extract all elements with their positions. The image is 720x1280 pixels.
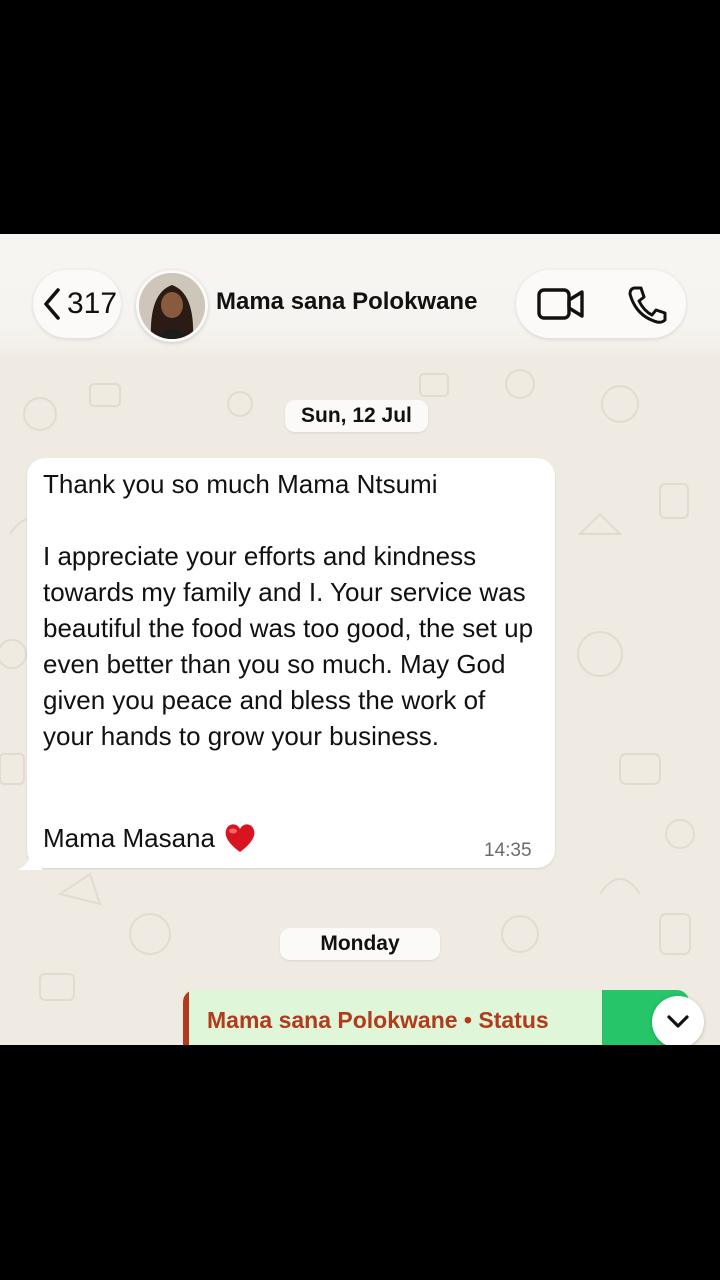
incoming-message-bubble[interactable]: Thank you so much Mama Ntsumi I apprecia… [27,458,555,868]
avatar-image [139,273,205,339]
chat-header: 317 Mama sana Polokwane [0,234,720,364]
signoff-text: Mama Masana [43,822,215,853]
scroll-to-bottom-button[interactable] [652,996,704,1045]
status-reply-preview[interactable]: Mama sana Polokwane • Status [183,990,689,1045]
reply-accent-bar [183,990,189,1045]
heart-emoji-icon [225,824,255,852]
video-camera-icon [537,288,584,320]
video-call-button[interactable] [536,284,586,324]
chat-screen: 317 Mama sana Polokwane Sun, 12 Jul Than… [0,234,720,1045]
contact-avatar[interactable] [136,270,208,342]
chevron-left-icon [44,288,60,320]
contact-name[interactable]: Mama sana Polokwane [216,288,477,316]
reply-preview-title: Mama sana Polokwane • Status [207,1007,549,1033]
chevron-down-icon [667,1015,689,1028]
date-separator: Monday [280,928,440,960]
back-button[interactable]: 317 [33,270,121,338]
message-text: Thank you so much Mama Ntsumi I apprecia… [43,469,534,751]
bubble-tail [18,852,42,870]
date-separator: Sun, 12 Jul [285,400,428,432]
voice-call-button[interactable] [624,284,668,324]
unread-count: 317 [67,287,118,320]
phone-icon [628,286,667,324]
message-timestamp: 14:35 [484,840,532,861]
call-actions [516,270,686,338]
message-signoff: Mama Masana [43,822,257,854]
